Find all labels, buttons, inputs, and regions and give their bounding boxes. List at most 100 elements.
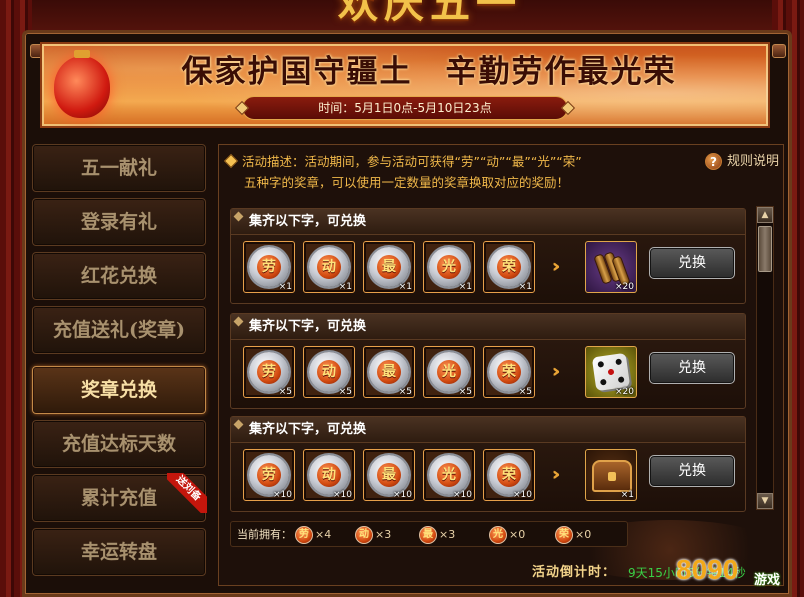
medal-character: 动 <box>317 463 341 487</box>
current-inventory: 当前拥有： 劳 ×4 动 ×3 最 ×3 光 ×0 荣 ×0 <box>230 521 628 547</box>
exchange-button[interactable]: 兑换 <box>649 247 735 279</box>
sidebar-item-cumulative-recharge[interactable]: 累计充值 送刘备 <box>32 473 207 522</box>
countdown-label: 活动倒计时： <box>532 565 617 580</box>
event-time-bar: 时间：5月1日0点-5月10日23点 <box>234 96 576 120</box>
sidebar-item-label: 充值达标天数 <box>61 433 176 455</box>
lantern-icon <box>54 50 110 118</box>
medal-required-count: ×5 <box>278 387 292 397</box>
reward-slot[interactable]: ×20 <box>585 346 637 398</box>
medal-required-count: ×1 <box>518 282 532 292</box>
reward-count: ×20 <box>615 282 634 292</box>
medal-character: 动 <box>317 255 341 279</box>
rules-link[interactable]: ? 规则说明 <box>705 152 779 172</box>
arrow-right-icon: ››› <box>553 358 583 386</box>
promo-badge-label: 送刘备 <box>167 473 207 513</box>
arrow-right-icon: ››› <box>553 461 583 489</box>
medal-character: 劳 <box>257 360 281 384</box>
medal-character: 荣 <box>497 360 521 384</box>
medal-icon: 荣 <box>489 247 529 287</box>
sidebar-item-recharge-gift[interactable]: 充值送礼(奖章) <box>32 306 206 354</box>
medal-character: 劳 <box>257 255 281 279</box>
medal-character: 荣 <box>497 463 521 487</box>
medal-slot[interactable]: 动 ×10 <box>303 449 355 501</box>
banner-slogan: 保家护国守疆土 辛勤劳作最光荣 <box>181 54 677 90</box>
treasure-chest-icon <box>592 460 632 492</box>
watermark-main: 8090 <box>676 554 739 585</box>
inventory-count: ×4 <box>315 528 332 541</box>
medal-icon: 荣 <box>555 526 573 544</box>
medal-icon: 劳 <box>249 455 289 495</box>
sidebar-item-medal-exchange[interactable]: 奖章兑换 <box>32 366 206 414</box>
medal-icon: 动 <box>355 526 373 544</box>
medal-slot[interactable]: 最 ×1 <box>363 241 415 293</box>
medal-slot[interactable]: 动 ×5 <box>303 346 355 398</box>
exchange-button[interactable]: 兑换 <box>649 352 735 384</box>
medal-required-count: ×5 <box>518 387 532 397</box>
rules-label: 规则说明 <box>727 154 780 169</box>
medal-slot[interactable]: 最 ×10 <box>363 449 415 501</box>
medal-required-count: ×10 <box>393 490 412 500</box>
wood-logs-icon <box>593 250 631 287</box>
medal-required-count: ×1 <box>398 282 412 292</box>
medal-slot[interactable]: 劳 ×1 <box>243 241 295 293</box>
description-line: 活动描述：活动期间，参与活动可获得“劳”“动”“最”“光”“荣” <box>242 154 582 169</box>
exchange-button[interactable]: 兑换 <box>649 455 735 487</box>
scroll-down-button[interactable]: ▼ <box>757 493 773 509</box>
medal-icon: 荣 <box>489 455 529 495</box>
medal-icon: 最 <box>369 455 409 495</box>
inventory-count: ×0 <box>509 528 526 541</box>
medal-required-count: ×5 <box>338 387 352 397</box>
medal-slot[interactable]: 荣 ×1 <box>483 241 535 293</box>
reward-slot[interactable]: ×20 <box>585 241 637 293</box>
reward-slot[interactable]: ×1 <box>585 449 637 501</box>
event-time: 时间：5月1日0点-5月10日23点 <box>318 101 492 115</box>
sidebar-item-label: 幸运转盘 <box>80 541 157 563</box>
medal-character: 光 <box>437 463 461 487</box>
medal-character: 动 <box>317 360 341 384</box>
sidebar-item-red-flower-exchange[interactable]: 红花兑换 <box>32 252 206 300</box>
diamond-icon <box>234 100 250 116</box>
exchange-row-header: 集齐以下字，可兑换 <box>231 209 745 235</box>
medal-character: 最 <box>377 463 401 487</box>
exchange-row-title: 集齐以下字，可兑换 <box>249 319 367 334</box>
exchange-row: 集齐以下字，可兑换劳 ×10 动 ×10 最 ×10 光 ×10 荣 ×10 ››› ×1 兑换 <box>230 416 746 512</box>
site-watermark-logo: 8090 游戏 <box>676 546 796 594</box>
medal-required-count: ×10 <box>273 490 292 500</box>
reward-count: ×20 <box>615 387 634 397</box>
medal-icon: 光 <box>429 247 469 287</box>
medal-icon: 光 <box>429 352 469 392</box>
medal-required-count: ×10 <box>333 490 352 500</box>
scrollbar-thumb[interactable] <box>758 226 772 272</box>
frame-corner-icon <box>772 44 786 58</box>
medal-slot[interactable]: 荣 ×5 <box>483 346 535 398</box>
medal-slot[interactable]: 最 ×5 <box>363 346 415 398</box>
medal-slot[interactable]: 光 ×5 <box>423 346 475 398</box>
medal-slot[interactable]: 荣 ×10 <box>483 449 535 501</box>
event-banner: 保家护国守疆土 辛勤劳作最光荣 时间：5月1日0点-5月10日23点 <box>40 42 770 128</box>
sidebar-item-login-gift[interactable]: 登录有礼 <box>32 198 206 246</box>
scroll-up-button[interactable]: ▲ <box>757 207 773 223</box>
activity-description: 活动描述：活动期间，参与活动可获得“劳”“动”“最”“光”“荣” 五种字的奖章，… <box>242 151 682 193</box>
exchange-row: 集齐以下字，可兑换劳 ×5 动 ×5 最 ×5 光 ×5 荣 ×5 ››› ×20 兑换 <box>230 313 746 409</box>
event-title: 欢庆五一 <box>338 0 522 26</box>
inventory-count: ×3 <box>439 528 456 541</box>
inventory-count: ×0 <box>575 528 592 541</box>
medal-icon: 光 <box>429 455 469 495</box>
sidebar-item-recharge-days[interactable]: 充值达标天数 <box>32 420 206 468</box>
medal-required-count: ×1 <box>458 282 472 292</box>
medal-slot[interactable]: 光 ×10 <box>423 449 475 501</box>
sidebar-item-wuyi-gift[interactable]: 五一献礼 <box>32 144 206 192</box>
arrow-right-icon: ››› <box>553 253 583 281</box>
medal-icon: 最 <box>419 526 437 544</box>
medal-icon: 最 <box>369 352 409 392</box>
medal-slot[interactable]: 动 ×1 <box>303 241 355 293</box>
sidebar-item-label: 五一献礼 <box>80 157 157 179</box>
medal-slot[interactable]: 劳 ×10 <box>243 449 295 501</box>
medal-slot[interactable]: 劳 ×5 <box>243 346 295 398</box>
medal-slot[interactable]: 光 ×1 <box>423 241 475 293</box>
medal-character: 光 <box>437 360 461 384</box>
medal-icon: 荣 <box>489 352 529 392</box>
sidebar-item-label: 奖章兑换 <box>80 379 157 401</box>
dice-icon <box>591 352 631 392</box>
sidebar-item-lucky-wheel[interactable]: 幸运转盘 <box>32 528 206 576</box>
